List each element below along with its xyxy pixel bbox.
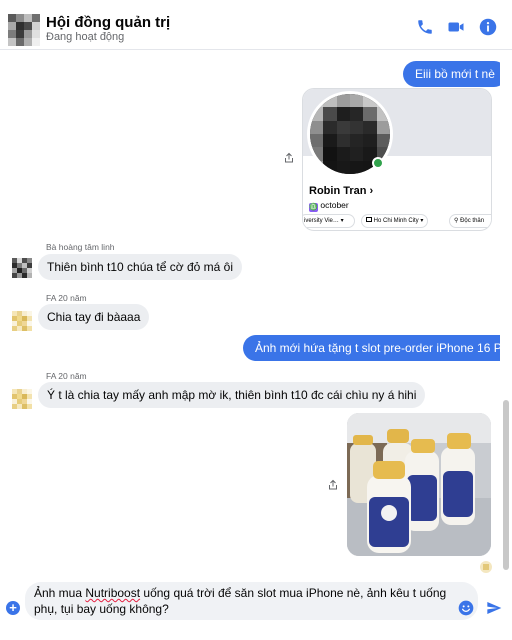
active-status: Đang hoạt động <box>46 31 125 43</box>
group-avatar[interactable] <box>8 14 40 46</box>
bottles-photo <box>347 413 491 556</box>
scrollbar[interactable] <box>502 50 510 574</box>
send-icon[interactable] <box>486 600 502 616</box>
sender-avatar[interactable] <box>12 311 32 331</box>
message-input[interactable]: Ảnh mua Nutriboost uống quá trời để săn … <box>25 582 478 620</box>
profile-name[interactable]: Robin Tran › <box>309 185 373 197</box>
share-icon[interactable] <box>327 479 339 491</box>
seen-avatar <box>480 561 492 573</box>
phone-icon[interactable] <box>416 18 434 36</box>
chip-relationship[interactable]: ⚲ Độc thân <box>449 214 491 228</box>
message-list[interactable]: Eiii bồ mới t nè Robin Tran › ♎ october … <box>0 51 500 579</box>
location-icon <box>366 217 372 222</box>
chip-school[interactable]: iversity Vie… ▾ <box>303 214 355 228</box>
online-indicator <box>372 157 384 169</box>
incoming-message[interactable]: Ý t là chia tay mấy anh mập mờ ik, thiên… <box>38 382 426 408</box>
incoming-message[interactable]: Chia tay đi bàaaa <box>38 304 150 330</box>
conversation-title[interactable]: Hội đồng quản trị <box>46 14 170 31</box>
video-icon[interactable] <box>447 18 465 36</box>
incoming-message[interactable]: Thiên bình t10 chúa tể cờ đỏ má ôi <box>38 254 242 280</box>
share-icon[interactable] <box>283 152 295 164</box>
info-icon[interactable] <box>479 18 497 36</box>
sender-name: Bà hoàng tâm linh <box>46 242 115 252</box>
outgoing-message[interactable]: Ảnh mới hứa tặng t slot pre-order iPhone… <box>243 335 500 361</box>
message-composer: + Ảnh mua Nutriboost uống quá trời để să… <box>0 580 512 640</box>
profile-share-card[interactable]: Robin Tran › ♎ october iversity Vie… ▾ H… <box>302 88 492 231</box>
outgoing-message[interactable]: Eiii bồ mới t nè <box>403 61 500 87</box>
relationship-icon: ⚲ <box>454 218 459 224</box>
sender-name: FA 20 năm <box>46 371 87 381</box>
chip-location[interactable]: Ho Chi Minh City ▾ <box>361 214 429 228</box>
sender-avatar[interactable] <box>12 258 32 278</box>
sender-avatar[interactable] <box>12 389 32 409</box>
scrollbar-thumb[interactable] <box>503 400 509 570</box>
photo-attachment[interactable] <box>347 413 491 556</box>
chat-header: Hội đồng quản trị Đang hoạt động <box>0 0 512 50</box>
profile-subtitle: ♎ october <box>309 200 349 212</box>
plus-icon[interactable]: + <box>6 601 20 615</box>
zodiac-icon: ♎ <box>309 203 318 212</box>
sender-name: FA 20 năm <box>46 293 87 303</box>
emoji-icon[interactable] <box>458 600 474 616</box>
